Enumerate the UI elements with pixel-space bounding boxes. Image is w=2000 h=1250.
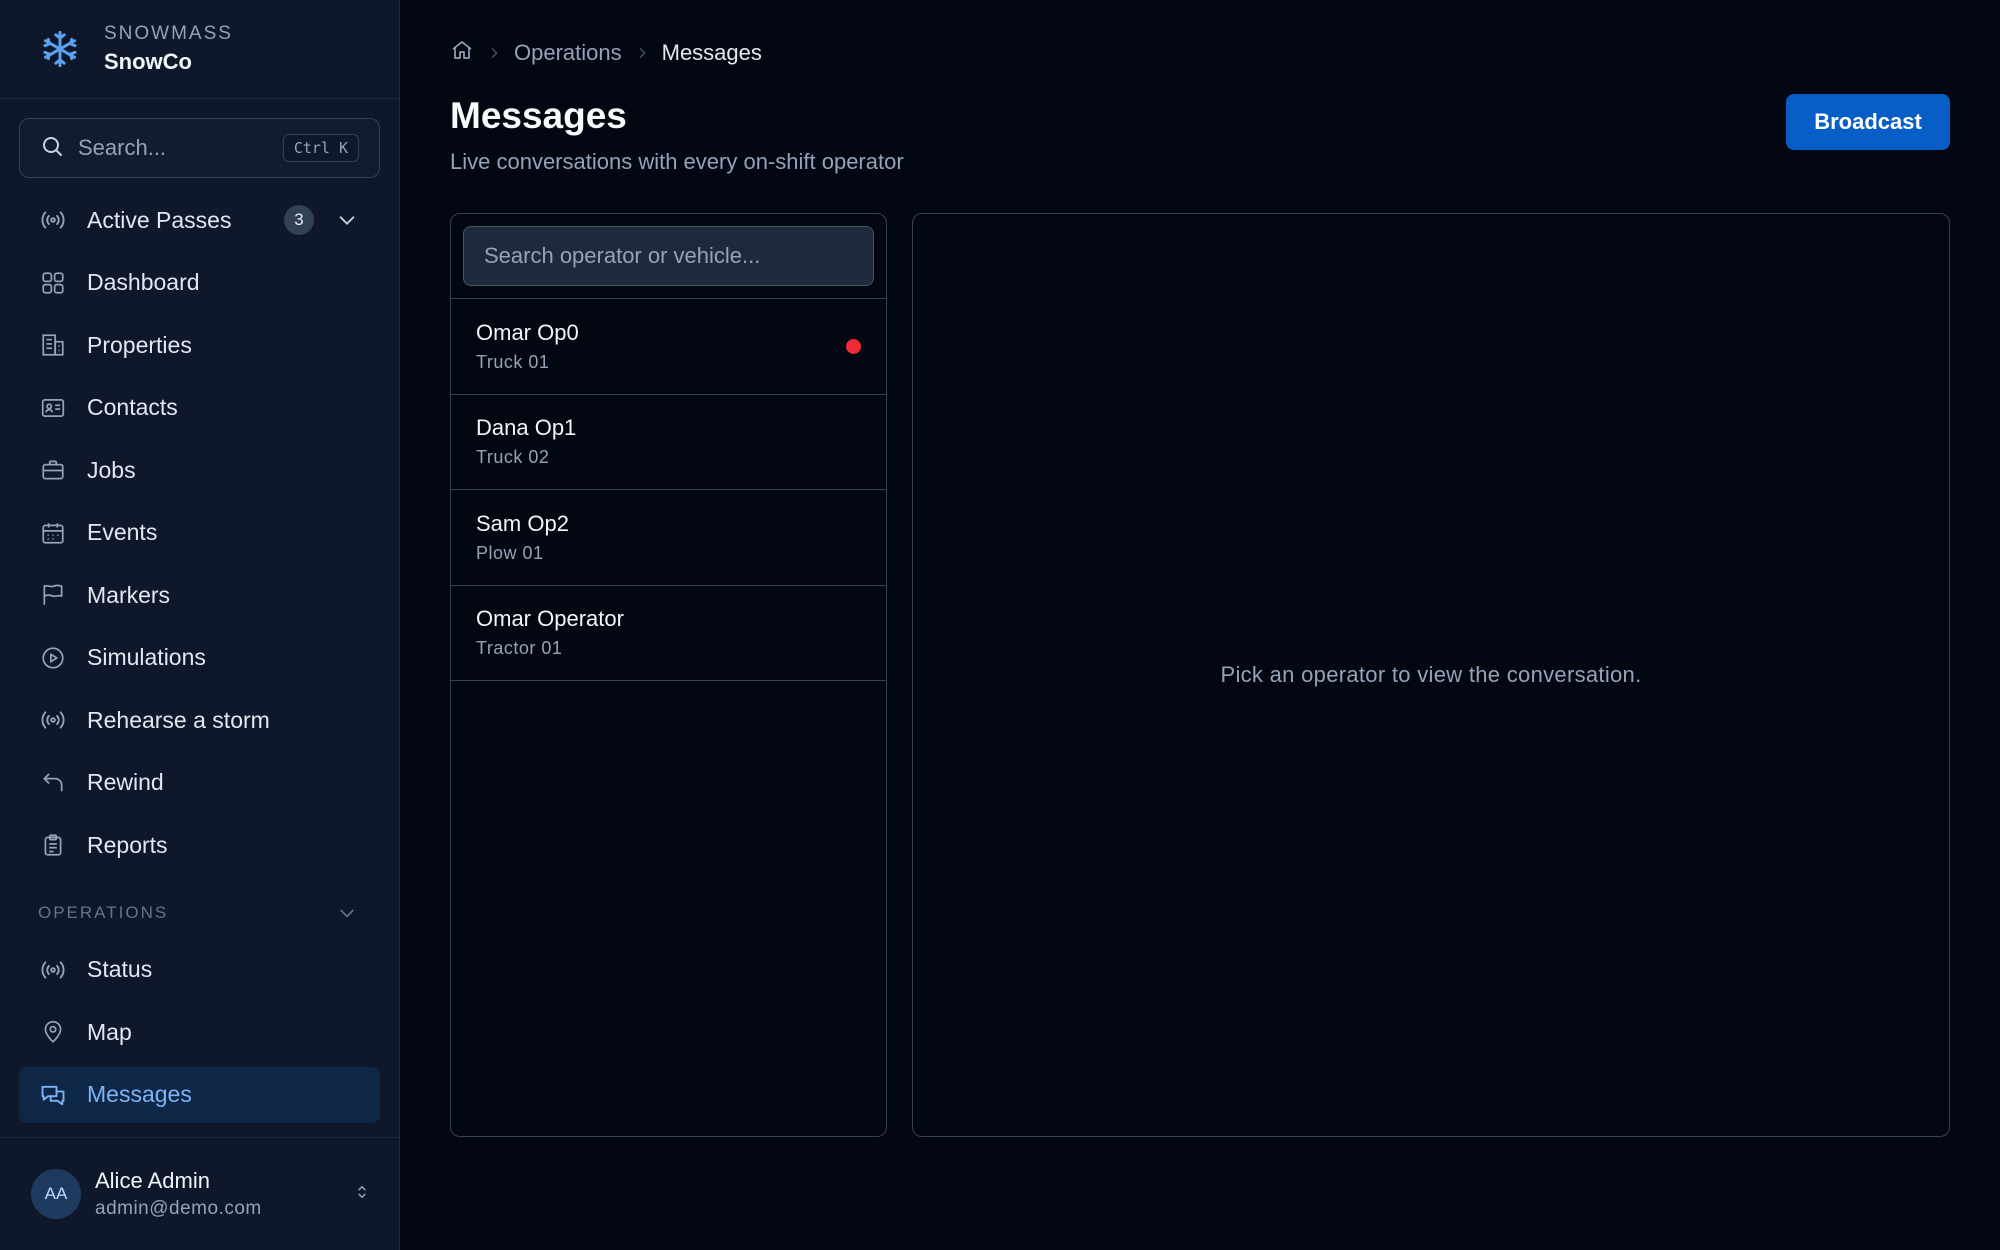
chat-icon xyxy=(39,1081,67,1109)
operator-name: Omar Operator xyxy=(476,606,624,632)
briefcase-icon xyxy=(39,456,67,484)
calendar-icon xyxy=(39,519,67,547)
section-header-operations[interactable]: OPERATIONS xyxy=(19,890,380,936)
sidebar-item-label: Contacts xyxy=(87,394,178,420)
chevron-right-icon xyxy=(634,45,650,61)
count-badge: 3 xyxy=(284,205,314,235)
unread-indicator xyxy=(846,338,861,354)
sidebar-item-label: Dashboard xyxy=(87,269,200,295)
breadcrumb-current: Messages xyxy=(661,40,762,65)
home-icon[interactable] xyxy=(450,38,474,68)
user-name: Alice Admin xyxy=(95,1168,210,1193)
sidebar-item-markers[interactable]: Markers xyxy=(19,567,380,623)
operator-row[interactable]: Sam Op2 Plow 01 xyxy=(451,490,886,586)
conversation-pane: Pick an operator to view the conversatio… xyxy=(912,213,1950,1137)
undo-icon xyxy=(39,769,67,797)
chevrons-up-down-icon xyxy=(353,1181,371,1208)
search-icon xyxy=(40,134,64,163)
sidebar: SNOWMASS SnowCo Search... Ctrl K Active … xyxy=(0,0,400,1250)
sidebar-item-reports[interactable]: Reports xyxy=(19,817,380,873)
operator-name: Sam Op2 xyxy=(476,510,569,536)
sidebar-item-label: Map xyxy=(87,1018,132,1045)
page-header: Messages Live conversations with every o… xyxy=(450,94,1950,175)
sidebar-item-label: Status xyxy=(87,956,153,982)
sidebar-item-active-passes[interactable]: Active Passes 3 xyxy=(19,192,380,248)
operator-vehicle: Truck 01 xyxy=(476,351,550,372)
flag-icon xyxy=(39,581,67,609)
sidebar-item-status[interactable]: Status xyxy=(19,942,380,998)
sidebar-item-properties[interactable]: Properties xyxy=(19,317,380,373)
operator-row[interactable]: Omar Operator Tractor 01 xyxy=(451,586,886,681)
sidebar-nav-operations: Status Map Messages xyxy=(0,942,399,1130)
sidebar-item-label: Reports xyxy=(87,831,168,858)
broadcast-icon xyxy=(39,956,67,984)
sidebar-item-label: Rehearse a storm xyxy=(87,706,270,733)
chevron-right-icon xyxy=(486,45,502,61)
search-placeholder: Search... xyxy=(78,135,167,160)
sidebar-item-label: Active Passes xyxy=(87,206,232,233)
user-menu[interactable]: AA Alice Admin admin@demo.com xyxy=(0,1137,399,1250)
user-email: admin@demo.com xyxy=(95,1198,262,1219)
sidebar-item-label: Properties xyxy=(87,331,192,358)
app-root: SNOWMASS SnowCo Search... Ctrl K Active … xyxy=(0,0,2000,1250)
clipboard-icon xyxy=(39,831,67,859)
building-icon xyxy=(39,331,67,359)
section-title: OPERATIONS xyxy=(38,902,169,922)
operator-name: Dana Op1 xyxy=(476,415,577,441)
sidebar-item-label: Events xyxy=(87,519,158,545)
sidebar-search[interactable]: Search... Ctrl K xyxy=(19,118,380,178)
sidebar-item-map[interactable]: Map xyxy=(19,1004,380,1060)
brand-org: SNOWMASS xyxy=(104,23,233,44)
sidebar-item-rehearse-storm[interactable]: Rehearse a storm xyxy=(19,692,380,748)
broadcast-icon xyxy=(39,206,67,234)
messages-panes: Search operator or vehicle... Omar Op0 T… xyxy=(450,213,1950,1137)
sidebar-item-events[interactable]: Events xyxy=(19,505,380,561)
breadcrumb: Operations Messages xyxy=(450,27,1950,79)
operator-vehicle: Tractor 01 xyxy=(476,638,563,659)
chevron-down-icon[interactable] xyxy=(336,209,358,231)
page-subtitle: Live conversations with every on-shift o… xyxy=(450,149,904,174)
operator-search-input[interactable]: Search operator or vehicle... xyxy=(463,226,874,286)
operator-vehicle: Truck 02 xyxy=(476,447,550,468)
conversation-empty-state: Pick an operator to view the conversatio… xyxy=(1220,662,1642,687)
sidebar-nav: Active Passes 3 Dashboard Properties Con… xyxy=(0,192,399,880)
broadcast-button[interactable]: Broadcast xyxy=(1786,94,1950,150)
sidebar-item-contacts[interactable]: Contacts xyxy=(19,380,380,436)
sidebar-item-label: Rewind xyxy=(87,769,164,795)
chevron-down-icon xyxy=(336,902,358,924)
search-shortcut: Ctrl K xyxy=(282,134,359,162)
operator-vehicle: Plow 01 xyxy=(476,542,544,563)
sidebar-item-messages[interactable]: Messages xyxy=(19,1066,380,1123)
page-title: Messages xyxy=(450,95,627,136)
sidebar-item-jobs[interactable]: Jobs xyxy=(19,442,380,498)
sidebar-item-rewind[interactable]: Rewind xyxy=(19,755,380,811)
main-content: Operations Messages Messages Live conver… xyxy=(400,0,2000,1250)
breadcrumb-operations[interactable]: Operations xyxy=(514,40,622,66)
play-circle-icon xyxy=(39,644,67,672)
sidebar-item-label: Simulations xyxy=(87,644,206,670)
id-card-icon xyxy=(39,394,67,422)
snowflake-icon xyxy=(38,27,82,71)
map-pin-icon xyxy=(39,1018,67,1046)
operator-row[interactable]: Omar Op0 Truck 01 xyxy=(451,299,886,395)
operator-row[interactable]: Dana Op1 Truck 02 xyxy=(451,395,886,490)
brand-name: SnowCo xyxy=(104,49,192,74)
sidebar-item-label: Markers xyxy=(87,581,171,608)
sidebar-item-label: Messages xyxy=(87,1081,192,1107)
sidebar-item-simulations[interactable]: Simulations xyxy=(19,630,380,686)
broadcast-icon xyxy=(39,706,67,734)
sidebar-item-dashboard[interactable]: Dashboard xyxy=(19,255,380,311)
sidebar-item-label: Jobs xyxy=(87,456,136,483)
operator-list-pane: Search operator or vehicle... Omar Op0 T… xyxy=(450,213,887,1137)
brand[interactable]: SNOWMASS SnowCo xyxy=(0,0,399,99)
operator-name: Omar Op0 xyxy=(476,319,579,345)
grid-icon xyxy=(39,269,67,297)
avatar: AA xyxy=(31,1169,81,1219)
